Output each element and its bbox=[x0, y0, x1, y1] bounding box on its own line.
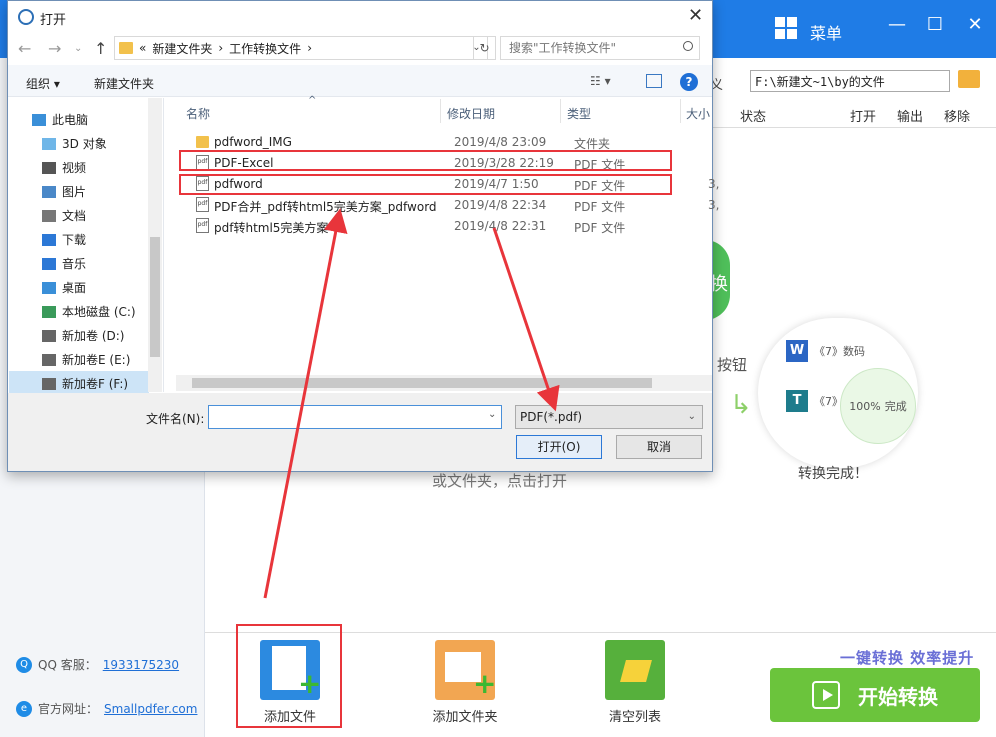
annotation-arrows bbox=[263, 208, 560, 599]
arrow-to-filetype bbox=[492, 227, 560, 412]
arrow-to-file-list bbox=[263, 208, 348, 599]
